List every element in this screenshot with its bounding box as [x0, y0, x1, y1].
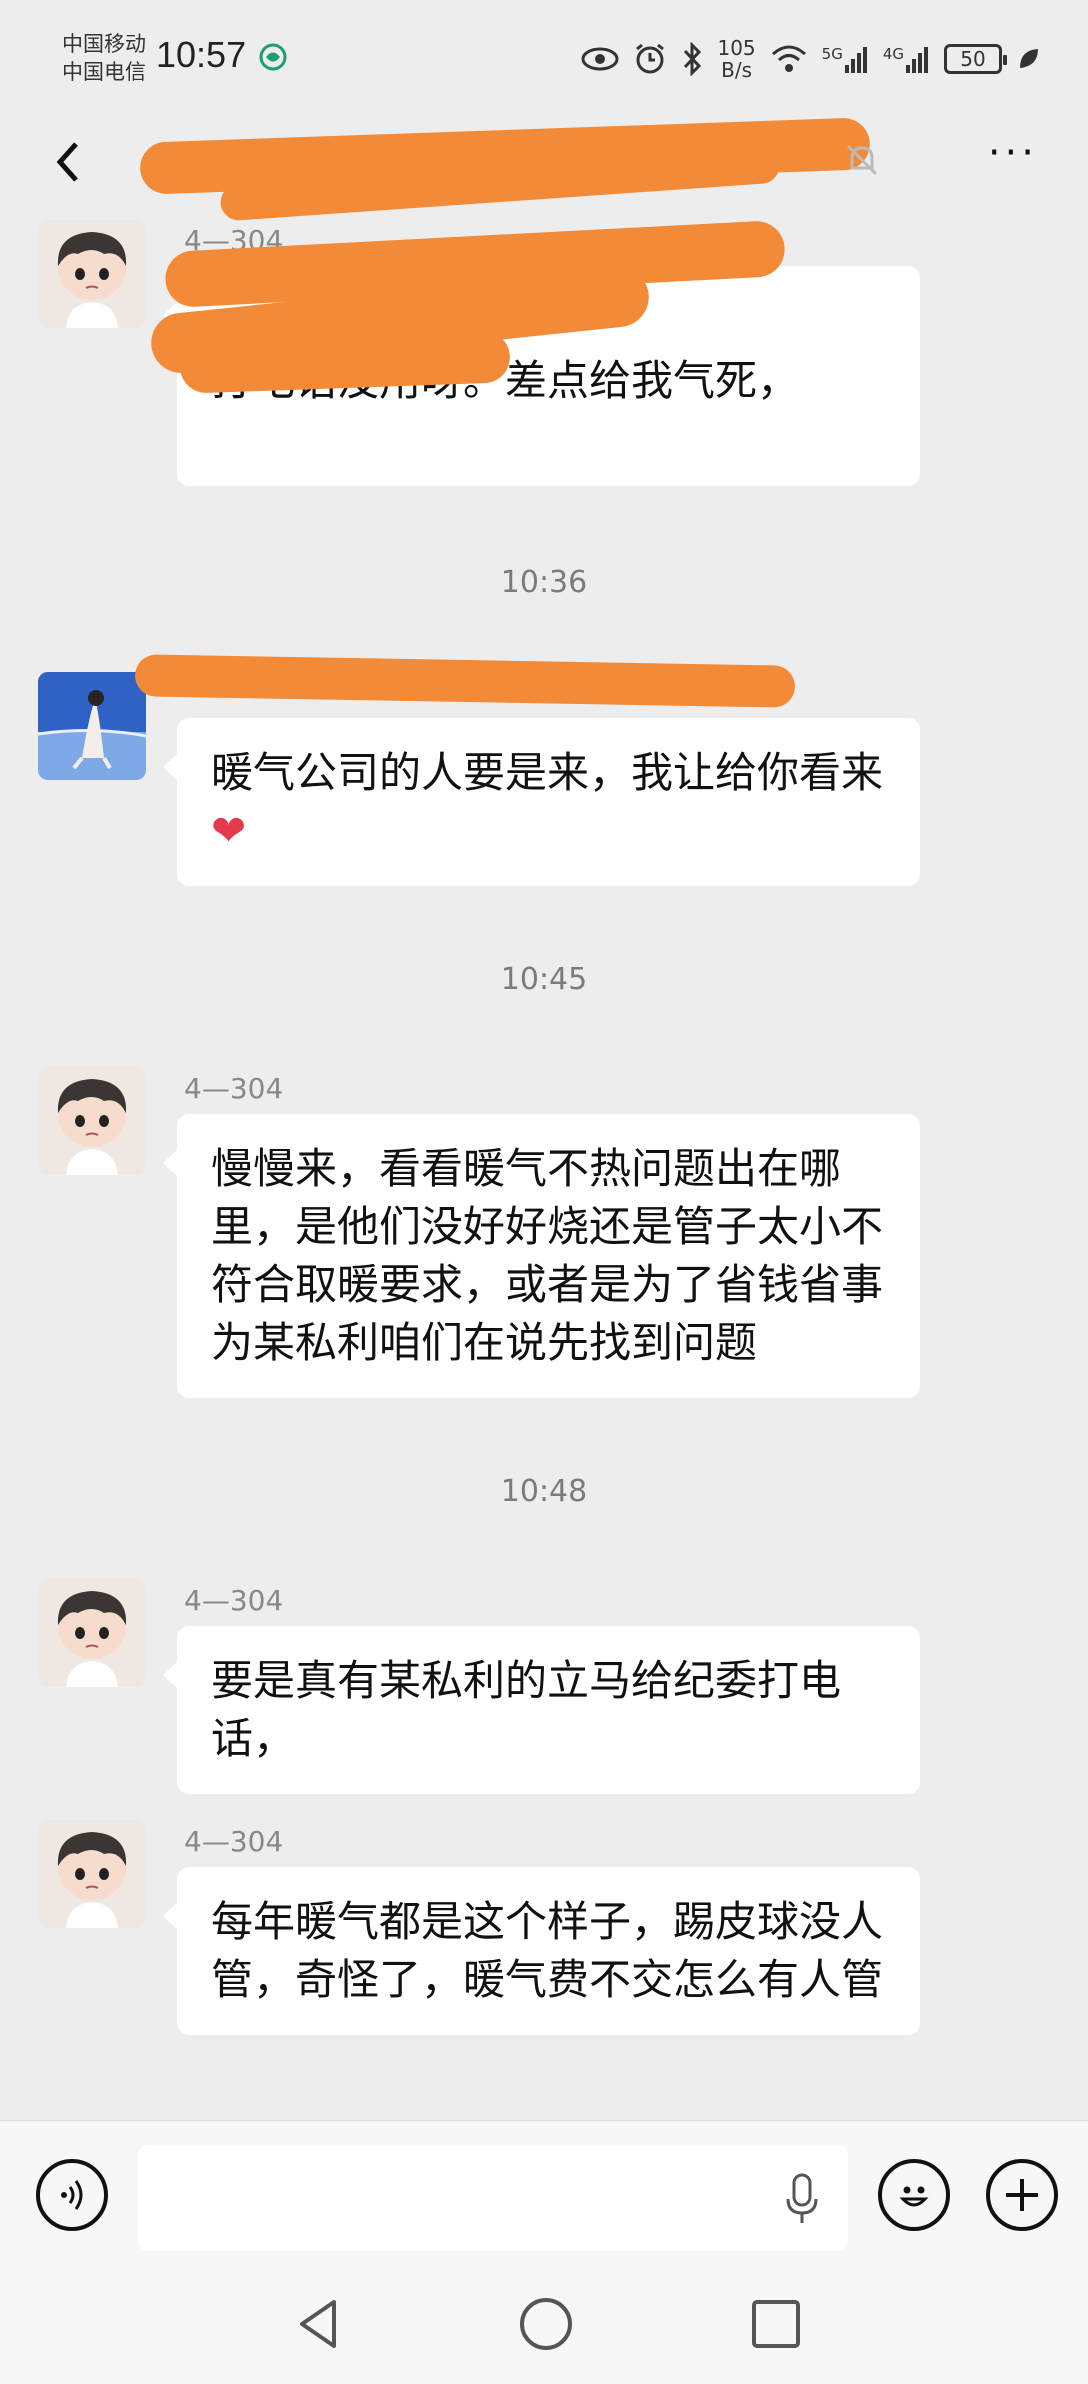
nav-recents-icon[interactable]	[746, 2294, 806, 2354]
signal-bars-icon	[844, 47, 867, 73]
signal-5g: 5G	[822, 45, 869, 73]
carrier-1: 中国移动	[62, 32, 146, 56]
sender-name: 4—304	[184, 1825, 284, 1858]
message-text: 每年暖气都是这个样子，踢皮球没人管，奇怪了，暖气费不交怎么有人管	[211, 1897, 884, 2004]
voice-input-button[interactable]	[36, 2159, 108, 2231]
emoji-button[interactable]	[878, 2159, 950, 2231]
status-time: 10:57	[156, 34, 247, 75]
sender-name: 4—304	[184, 1584, 284, 1617]
eye-icon	[581, 47, 619, 71]
chat-history[interactable]: 4—304 打电话没用呀。差点给我气死， 10:36 暖气公司的人要是来，我让给…	[0, 210, 1088, 2120]
message-text: 慢慢来，看看暖气不热问题出在哪里，是他们没好好烧还是管子太小不符合取暖要求，或者…	[211, 1144, 884, 1367]
back-icon[interactable]	[48, 132, 88, 192]
sender-name: 4—304	[184, 1072, 284, 1105]
more-actions-button[interactable]	[986, 2159, 1058, 2231]
avatar[interactable]	[38, 1067, 146, 1175]
network-type-1: 5G	[821, 45, 843, 63]
carrier-2: 中国电信	[62, 60, 146, 84]
timestamp: 10:36	[500, 565, 588, 600]
timestamp: 10:45	[500, 962, 588, 997]
smiley-face-icon	[899, 2186, 929, 2207]
leaf-icon	[1020, 49, 1038, 68]
input-bar	[0, 2120, 1088, 2270]
cartoon-boy-avatar-icon	[38, 1579, 146, 1687]
message-bubble[interactable]: 暖气公司的人要是来，我让给你看来 ❤	[163, 718, 920, 886]
chat-header: ···	[0, 117, 1088, 222]
cartoon-boy-avatar-icon	[38, 1820, 146, 1928]
status-bar: 中国移动 中国电信 10:57 105 B/s 5G 4G 50	[0, 0, 1088, 120]
avatar[interactable]	[38, 1579, 146, 1687]
system-nav-bar	[0, 2270, 1088, 2384]
mobile-app-icon	[259, 43, 287, 71]
carrier-labels: 中国移动 中国电信	[62, 30, 146, 86]
timestamp: 10:48	[500, 1474, 588, 1509]
speed-value: 105	[717, 36, 756, 60]
avatar[interactable]	[38, 672, 146, 780]
message-bubble[interactable]: 要是真有某私利的立马给纪委打电话，	[163, 1626, 920, 1794]
battery-indicator: 50	[944, 44, 1007, 74]
avatar[interactable]	[38, 220, 146, 328]
voice-wave-icon	[61, 2180, 83, 2210]
message-bubble[interactable]: 慢慢来，看看暖气不热问题出在哪里，是他们没好好烧还是管子太小不符合取暖要求，或者…	[163, 1114, 920, 1398]
message-text: 暖气公司的人要是来，我让给你看来	[211, 748, 884, 797]
nav-back-icon[interactable]	[290, 2294, 350, 2354]
cartoon-boy-avatar-icon	[38, 220, 146, 328]
network-speed: 105 B/s	[717, 37, 755, 81]
more-options-icon[interactable]: ···	[988, 130, 1038, 176]
message-text: 要是真有某私利的立马给纪委打电话，	[211, 1656, 842, 1763]
microphone-icon[interactable]	[782, 2171, 822, 2227]
mute-bell-icon	[846, 144, 878, 176]
redacted-sender-name	[134, 654, 796, 708]
nav-home-icon[interactable]	[516, 2294, 576, 2354]
bluetooth-icon	[684, 42, 702, 76]
seaside-photo-avatar-icon	[38, 672, 146, 780]
plus-icon	[1006, 2179, 1038, 2211]
status-indicators: 105 B/s 5G 4G 50	[581, 34, 1040, 84]
speed-unit: B/s	[721, 58, 752, 82]
avatar[interactable]	[38, 1820, 146, 1928]
message-input[interactable]	[138, 2145, 848, 2251]
signal-bars-icon	[906, 47, 928, 73]
signal-4g: 4G	[883, 45, 930, 73]
cartoon-boy-avatar-icon	[38, 1067, 146, 1175]
heart-emoji-icon: ❤	[211, 806, 247, 855]
message-bubble[interactable]: 每年暖气都是这个样子，踢皮球没人管，奇怪了，暖气费不交怎么有人管	[163, 1867, 920, 2035]
network-type-2: 4G	[882, 45, 904, 63]
alarm-icon	[636, 43, 665, 74]
wifi-icon	[771, 45, 806, 72]
